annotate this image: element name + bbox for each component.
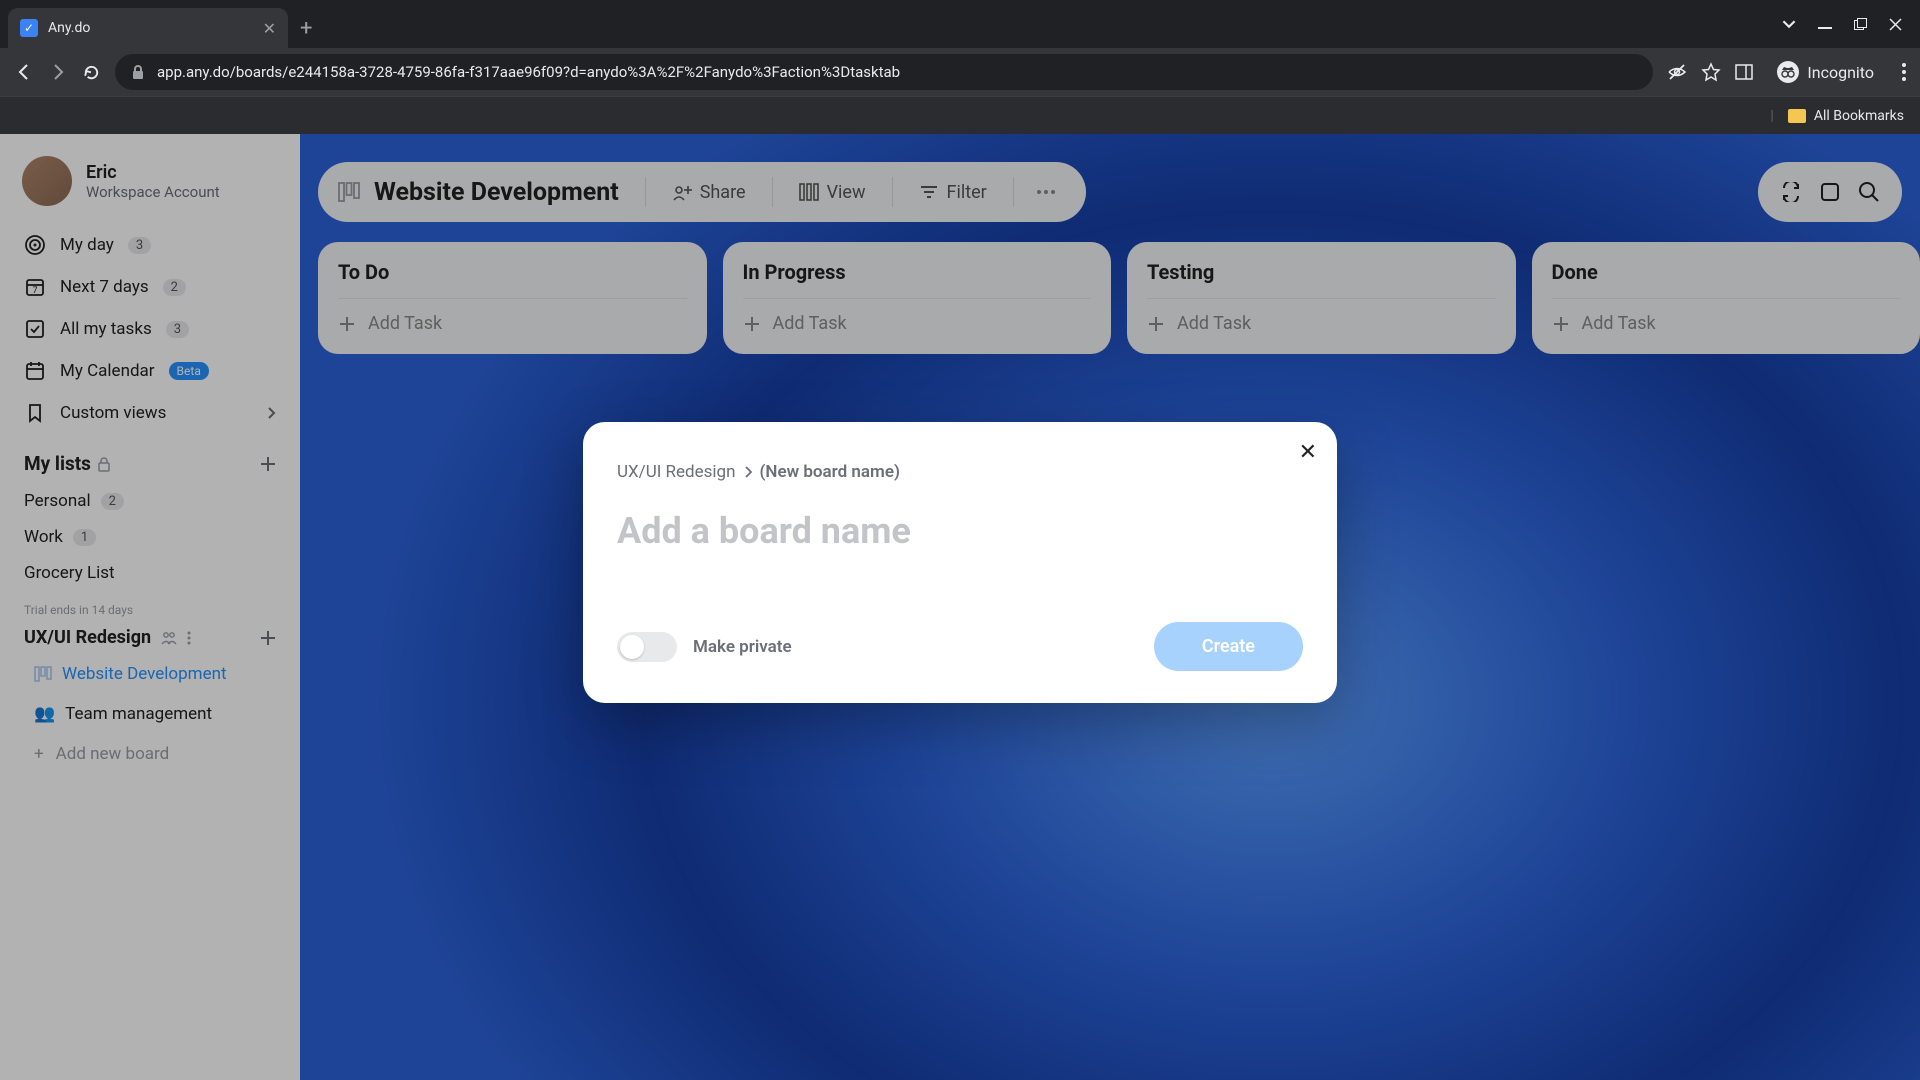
incognito-badge[interactable]: Incognito (1767, 57, 1884, 87)
incognito-icon (1777, 61, 1799, 83)
forward-icon[interactable] (48, 62, 68, 82)
browser-tab[interactable]: ✓ Any.do ✕ (8, 8, 288, 48)
url-text: app.any.do/boards/e244158a-3728-4759-86f… (157, 63, 900, 81)
breadcrumb: UX/UI Redesign (New board name) (617, 462, 1303, 482)
tab-title: Any.do (48, 20, 90, 36)
breadcrumb-current: (New board name) (760, 462, 900, 482)
chrome-menu-icon[interactable] (1902, 63, 1906, 81)
reload-icon[interactable] (82, 63, 101, 82)
lock-icon (131, 64, 145, 80)
chevron-right-icon (744, 466, 752, 478)
all-bookmarks-label: All Bookmarks (1814, 108, 1904, 124)
bookmark-star-icon[interactable] (1701, 62, 1721, 82)
close-tab-icon[interactable]: ✕ (263, 19, 276, 38)
close-window-icon[interactable] (1889, 18, 1902, 31)
board-name-input[interactable] (617, 510, 1303, 552)
maximize-icon[interactable] (1854, 18, 1867, 31)
breadcrumb-parent[interactable]: UX/UI Redesign (617, 462, 736, 482)
make-private-label: Make private (693, 637, 792, 657)
incognito-label: Incognito (1807, 63, 1874, 82)
minimize-icon[interactable] (1818, 17, 1832, 31)
bookmarks-bar: | All Bookmarks (0, 96, 1920, 134)
bookmarks-divider: | (1770, 108, 1773, 124)
app-viewport: Eric Workspace Account My day 3 7 Next 7… (0, 134, 1920, 1080)
folder-icon (1788, 109, 1806, 123)
all-bookmarks-button[interactable]: All Bookmarks (1788, 108, 1904, 124)
browser-toolbar: app.any.do/boards/e244158a-3728-4759-86f… (0, 48, 1920, 96)
new-board-modal: ✕ UX/UI Redesign (New board name) Make p… (583, 422, 1337, 703)
create-button[interactable]: Create (1154, 622, 1303, 671)
address-bar[interactable]: app.any.do/boards/e244158a-3728-4759-86f… (115, 54, 1653, 90)
side-panel-icon[interactable] (1735, 63, 1753, 81)
eye-off-icon[interactable] (1667, 62, 1687, 82)
make-private-toggle[interactable] (617, 632, 677, 662)
close-icon[interactable]: ✕ (1299, 440, 1317, 465)
favicon: ✓ (20, 19, 38, 37)
browser-tabstrip: ✓ Any.do ✕ + (0, 0, 1920, 48)
tab-search-chevron-icon[interactable] (1782, 17, 1796, 31)
new-tab-button[interactable]: + (300, 16, 312, 41)
back-icon[interactable] (14, 62, 34, 82)
